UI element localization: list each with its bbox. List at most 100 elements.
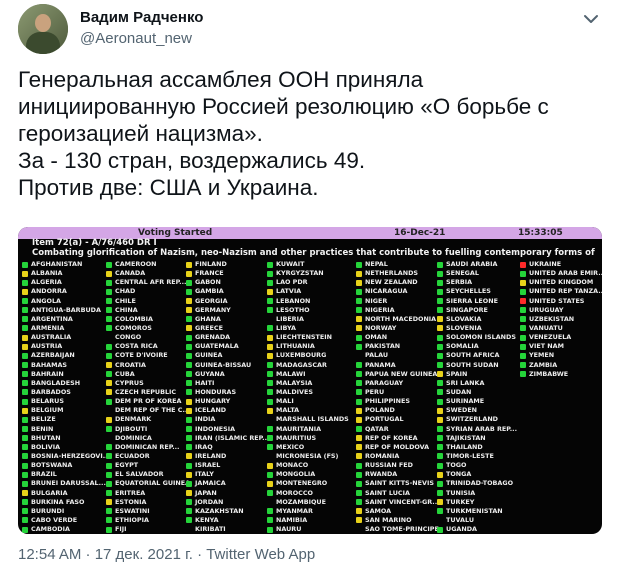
vote-row: NIGER	[356, 297, 442, 306]
vote-row: GREECE	[186, 324, 272, 333]
vote-row: SINGAPORE	[437, 306, 523, 315]
no-vote-cast-marker	[106, 408, 112, 414]
vote-row: PALAU	[356, 351, 442, 360]
chevron-down-icon[interactable]	[580, 8, 602, 30]
no-vote-cast-marker	[267, 453, 273, 459]
country-name: HAITI	[195, 378, 215, 387]
vote-row: ALGERIA	[22, 278, 108, 287]
country-name: IRAN (ISLAMIC REP...	[195, 433, 270, 442]
yes-vote-marker	[22, 517, 28, 524]
country-name: RWANDA	[365, 470, 398, 479]
country-name: IRELAND	[195, 451, 227, 460]
yes-vote-marker	[437, 270, 443, 277]
country-name: BELIZE	[31, 415, 56, 424]
yes-vote-marker	[22, 325, 28, 332]
country-name: ANTIGUA-BARBUDA	[31, 305, 101, 314]
yes-vote-marker	[437, 453, 443, 460]
yes-vote-marker	[520, 270, 526, 277]
vote-row: UNITED STATES	[520, 297, 602, 306]
yes-vote-marker	[356, 307, 362, 314]
author-name[interactable]: Вадим Радченко	[80, 9, 203, 26]
yes-vote-marker	[356, 480, 362, 487]
country-name: SENEGAL	[446, 269, 479, 278]
yes-vote-marker	[437, 334, 443, 341]
yes-vote-marker	[267, 435, 273, 442]
yes-vote-marker	[22, 371, 28, 378]
country-name: LITHUANIA	[276, 342, 315, 351]
vote-row: KUWAIT	[267, 260, 353, 269]
vote-board-image[interactable]: Voting Started 16-Dec-21 15:33:05 Item 7…	[18, 227, 602, 534]
yes-vote-marker	[106, 343, 112, 350]
country-name: TIMOR-LESTE	[446, 451, 494, 460]
country-name: DJIBOUTI	[115, 424, 148, 433]
country-name: DEM REP OF THE C...	[115, 406, 190, 415]
country-name: KAZAKHSTAN	[195, 506, 244, 515]
yes-vote-marker	[22, 279, 28, 286]
country-name: GEORGIA	[195, 296, 228, 305]
vote-row: SAINT VINCENT-GR...	[356, 498, 442, 507]
vote-row: NEPAL	[356, 260, 442, 269]
vote-row: MONGOLIA	[267, 470, 353, 479]
yes-vote-marker	[22, 352, 28, 359]
country-name: HONDURAS	[195, 387, 237, 396]
country-name: JORDAN	[195, 497, 224, 506]
country-name: LESOTHO	[276, 305, 310, 314]
avatar[interactable]	[18, 4, 68, 54]
vote-row: GUINEA	[186, 351, 272, 360]
country-name: EGYPT	[115, 461, 139, 470]
country-name: MALAYSIA	[276, 378, 313, 387]
country-name: PAKISTAN	[365, 342, 401, 351]
abstain-vote-marker	[356, 407, 362, 414]
country-name: SYRIAN ARAB REP...	[446, 424, 518, 433]
country-name: CUBA	[115, 369, 135, 378]
country-name: MARSHALL ISLANDS	[276, 415, 349, 424]
vote-row: LESOTHO	[267, 306, 353, 315]
vote-column: SAUDI ARABIA SENEGAL SERBIA SEYCHELLES SIERR…	[437, 260, 523, 534]
yes-vote-marker	[22, 261, 28, 268]
yes-vote-marker	[520, 316, 526, 323]
author-handle[interactable]: @Aeronaut_new	[80, 30, 192, 47]
country-name: JAMAICA	[195, 479, 226, 488]
abstain-vote-marker	[186, 407, 192, 414]
vote-row: SAUDI ARABIA	[437, 260, 523, 269]
tweet-timestamp[interactable]: 12:54 AM · 17 дек. 2021 г. · Twitter Web…	[18, 546, 315, 563]
yes-vote-marker	[186, 279, 192, 286]
vote-row: ISRAEL	[186, 461, 272, 470]
vote-row: TURKEY	[437, 498, 523, 507]
country-name: PERU	[365, 387, 385, 396]
abstain-vote-marker	[267, 334, 273, 341]
vote-row: THAILAND	[437, 443, 523, 452]
abstain-vote-marker	[106, 270, 112, 277]
vote-row: CHILE	[106, 297, 192, 306]
vote-row: BELARUS	[22, 397, 108, 406]
vote-row: GHANA	[186, 315, 272, 324]
vote-row: AFGHANISTAN	[22, 260, 108, 269]
yes-vote-marker	[267, 444, 273, 451]
yes-vote-marker	[267, 362, 273, 369]
yes-vote-marker	[22, 298, 28, 305]
country-name: AZERBAIJAN	[31, 351, 75, 360]
yes-vote-marker	[437, 343, 443, 350]
country-name: BAHRAIN	[31, 369, 64, 378]
country-name: LIBYA	[276, 323, 296, 332]
vote-row: ETHIOPIA	[106, 516, 192, 525]
vote-row: NEW ZEALAND	[356, 278, 442, 287]
vote-row: CZECH REPUBLIC	[106, 388, 192, 397]
country-name: RUSSIAN FED	[365, 461, 413, 470]
country-name: BAHAMAS	[31, 360, 68, 369]
vote-row: MALAWI	[267, 370, 353, 379]
yes-vote-marker	[22, 499, 28, 506]
country-name: SOUTH AFRICA	[446, 351, 500, 360]
country-name: CABO VERDE	[31, 515, 78, 524]
country-name: SAINT LUCIA	[365, 488, 410, 497]
vote-row: IRAN (ISLAMIC REP...	[186, 434, 272, 443]
abstain-vote-marker	[356, 270, 362, 277]
vote-row: EGYPT	[106, 461, 192, 470]
country-name: CENTRAL AFR REP...	[115, 278, 187, 287]
yes-vote-marker	[267, 261, 273, 268]
vote-row: JAMAICA	[186, 479, 272, 488]
vote-row: BURKINA FASO	[22, 498, 108, 507]
vote-row: MOROCCO	[267, 489, 353, 498]
country-name: SAUDI ARABIA	[446, 260, 498, 268]
yes-vote-marker	[186, 288, 192, 295]
